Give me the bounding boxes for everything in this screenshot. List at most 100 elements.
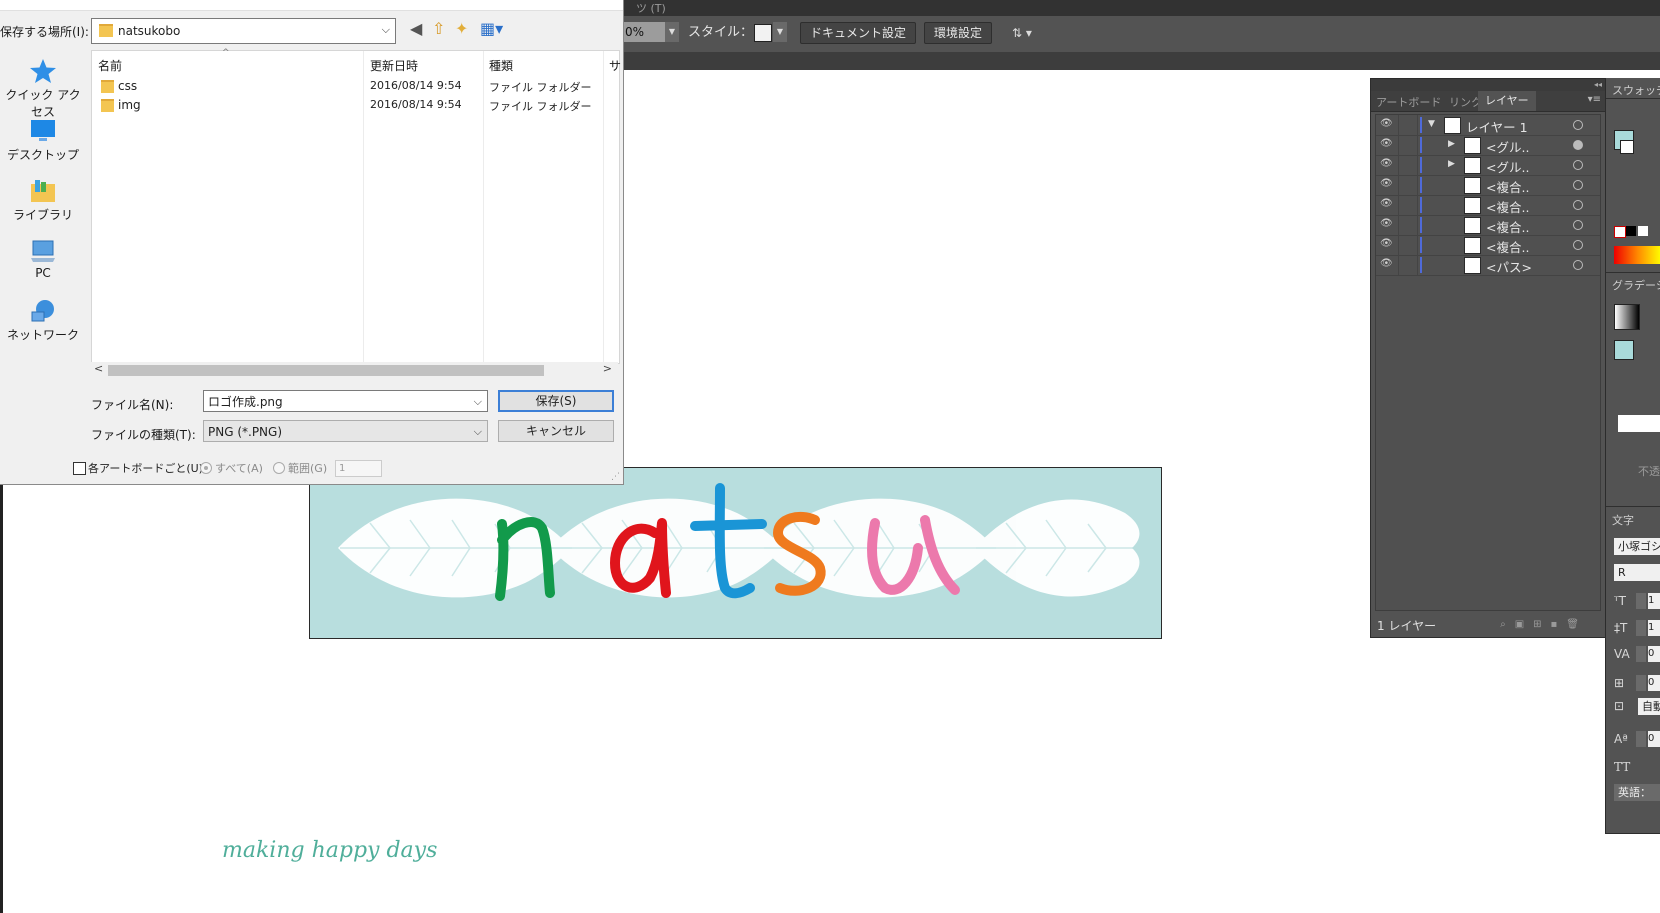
visibility-eye-icon[interactable]: 👁 <box>1380 139 1394 149</box>
language-field[interactable]: 英語： <box>1614 784 1660 801</box>
gradient-fill-swatch[interactable] <box>1614 340 1634 360</box>
layer-name[interactable]: <複合.. <box>1486 177 1529 196</box>
layer-name[interactable]: <複合.. <box>1486 217 1529 236</box>
target-circle-icon[interactable] <box>1573 240 1583 250</box>
opacity-slider-field[interactable] <box>1618 415 1660 432</box>
filename-field[interactable]: ロゴ作成.png ⌵ <box>203 390 488 412</box>
layer-name[interactable]: <パス> <box>1486 257 1532 276</box>
baseline-stepper[interactable] <box>1636 731 1646 747</box>
layer-row[interactable]: 👁 <複合.. <box>1376 195 1600 216</box>
auto-field[interactable]: 自動 <box>1638 698 1660 715</box>
none-swatch[interactable] <box>1614 226 1626 238</box>
style-swatch[interactable] <box>754 24 772 42</box>
opacity-field[interactable]: 0% <box>623 22 665 42</box>
black-swatch[interactable] <box>1626 226 1636 236</box>
column-header-size[interactable]: サ <box>609 57 621 74</box>
horizontal-scrollbar[interactable]: < > <box>91 362 618 379</box>
lock-toggle[interactable] <box>1398 155 1418 175</box>
place-desktop[interactable]: デスクトップ <box>0 118 86 163</box>
layer-row[interactable]: 👁 <複合.. <box>1376 235 1600 256</box>
visibility-eye-icon[interactable]: 👁 <box>1380 119 1394 129</box>
scroll-left-icon[interactable]: < <box>94 362 103 375</box>
save-location-dropdown[interactable]: natsukobo ⌵ <box>91 18 396 44</box>
layer-row[interactable]: 👁 ▼ レイヤー 1 <box>1376 115 1600 136</box>
font-size-value[interactable]: 1 <box>1648 593 1660 609</box>
artboard-checkbox[interactable] <box>73 462 86 475</box>
logo-artboard[interactable] <box>309 467 1162 639</box>
range-radio-label[interactable]: 範囲(G) <box>288 460 327 476</box>
kerning-stepper[interactable] <box>1636 646 1646 662</box>
column-header-date[interactable]: 更新日時 <box>370 57 418 74</box>
vertical-scale-stepper[interactable] <box>1636 675 1646 691</box>
visibility-eye-icon[interactable]: 👁 <box>1380 159 1394 169</box>
layer-row[interactable]: 👁 <複合.. <box>1376 215 1600 236</box>
spectrum-bar[interactable] <box>1614 246 1660 264</box>
file-row[interactable]: css 2016/08/14 9:54 ファイル フォルダー <box>92 77 597 96</box>
lock-toggle[interactable] <box>1398 135 1418 155</box>
panel-menu-icon[interactable]: ▾≡ <box>1588 94 1601 105</box>
layer-name[interactable]: レイヤー 1 <box>1466 117 1528 136</box>
vertical-scale-value[interactable]: 0 <box>1648 675 1660 691</box>
range-field[interactable]: 1 <box>335 460 382 477</box>
gradient-panel-title[interactable]: グラデーシ <box>1612 277 1660 293</box>
expand-right-icon[interactable]: ▶ <box>1448 159 1455 169</box>
layer-name[interactable]: <複合.. <box>1486 197 1529 216</box>
place-pc[interactable]: PC <box>0 238 86 280</box>
font-style-field[interactable]: R <box>1614 564 1660 581</box>
scrollbar-thumb[interactable] <box>108 365 544 376</box>
document-settings-button[interactable]: ドキュメント設定 <box>800 22 917 44</box>
view-menu-icon[interactable]: ▦▾ <box>480 20 503 38</box>
column-header-name[interactable]: 名前 <box>98 57 122 74</box>
layer-row[interactable]: 👁 ▶ <グル.. <box>1376 155 1600 176</box>
artboard-checkbox-label[interactable]: 各アートボードごと(U) <box>88 460 203 476</box>
place-library[interactable]: ライブラリ <box>0 178 86 223</box>
resize-grip-icon[interactable]: ⋰ <box>611 472 620 482</box>
all-radio-label[interactable]: すべて(A) <box>215 460 263 476</box>
place-quick-access[interactable]: クイック アクセス <box>0 58 86 120</box>
back-icon[interactable]: ◀ <box>410 20 422 38</box>
opacity-dropdown-arrow[interactable]: ▼ <box>665 22 679 42</box>
lock-toggle[interactable] <box>1398 175 1418 195</box>
lock-toggle[interactable] <box>1398 115 1418 135</box>
menu-item-partial[interactable]: ツ (T) <box>636 0 666 16</box>
leading-stepper[interactable] <box>1636 620 1646 636</box>
visibility-eye-icon[interactable]: 👁 <box>1380 219 1394 229</box>
new-folder-icon[interactable]: ✦ <box>455 20 468 38</box>
expand-right-icon[interactable]: ▶ <box>1448 139 1455 149</box>
font-size-stepper[interactable] <box>1636 593 1646 609</box>
cancel-button[interactable]: キャンセル <box>498 420 614 442</box>
panel-collapse-icon[interactable]: ◂◂ <box>1371 79 1606 91</box>
target-circle-icon[interactable] <box>1573 120 1583 130</box>
target-circle-icon[interactable] <box>1573 200 1583 210</box>
layer-name[interactable]: <グル.. <box>1486 157 1529 176</box>
layer-name[interactable]: <複合.. <box>1486 237 1529 256</box>
file-row[interactable]: img 2016/08/14 9:54 ファイル フォルダー <box>92 96 597 115</box>
scroll-right-icon[interactable]: > <box>603 362 612 375</box>
visibility-eye-icon[interactable]: 👁 <box>1380 239 1394 249</box>
swatches-panel-title[interactable]: スウォッチ <box>1612 82 1660 98</box>
target-circle-icon[interactable] <box>1573 180 1583 190</box>
target-circle-icon[interactable] <box>1573 160 1583 170</box>
layer-row[interactable]: 👁 <複合.. <box>1376 175 1600 196</box>
chevron-down-icon[interactable]: ⌵ <box>474 391 482 413</box>
style-dropdown-arrow[interactable]: ▼ <box>773 22 787 42</box>
layer-row[interactable]: 👁 <パス> <box>1376 255 1600 276</box>
preferences-button[interactable]: 環境設定 <box>924 22 993 44</box>
tab-layers[interactable]: レイヤー <box>1478 91 1536 111</box>
white-swatch[interactable] <box>1638 226 1648 236</box>
up-folder-icon[interactable]: ⇧ <box>432 20 445 38</box>
lock-toggle[interactable] <box>1398 195 1418 215</box>
tab-artboards[interactable]: アートボード <box>1376 94 1441 110</box>
chevron-down-icon[interactable]: ⌵ <box>474 421 482 443</box>
visibility-eye-icon[interactable]: 👁 <box>1380 179 1394 189</box>
column-header-type[interactable]: 種類 <box>489 57 513 74</box>
layer-footer-icons[interactable]: ⌕▣⊞▪🗑 <box>1500 619 1588 630</box>
character-panel-title[interactable]: 文字 <box>1612 512 1634 528</box>
lock-toggle[interactable] <box>1398 215 1418 235</box>
layer-row[interactable]: 👁 ▶ <グル.. <box>1376 135 1600 156</box>
visibility-eye-icon[interactable]: 👁 <box>1380 199 1394 209</box>
range-radio[interactable] <box>273 462 285 474</box>
lock-toggle[interactable] <box>1398 255 1418 275</box>
target-circle-icon[interactable] <box>1573 220 1583 230</box>
place-network[interactable]: ネットワーク <box>0 298 86 343</box>
